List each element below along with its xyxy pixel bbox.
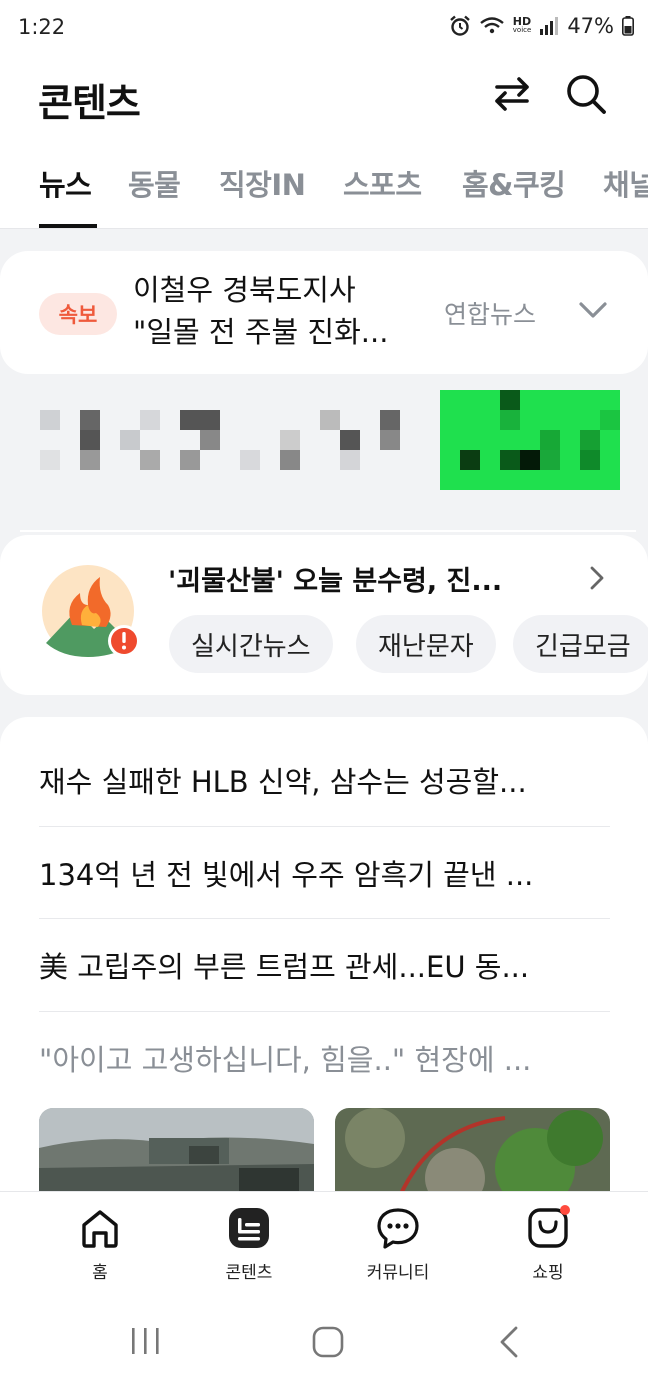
tab-animals[interactable]: 동물 <box>128 162 181 204</box>
signal-icon <box>540 17 559 35</box>
back-button[interactable] <box>494 1325 524 1363</box>
nav-community-label: 커뮤니티 <box>366 1263 430 1283</box>
wildfire-icon <box>42 565 142 665</box>
nav-shopping[interactable]: 쇼핑 <box>488 1204 608 1283</box>
breaking-badge: 속보 <box>39 293 117 335</box>
contents-icon <box>229 1208 269 1248</box>
divider <box>39 826 610 827</box>
battery-percent: 47% <box>567 14 614 38</box>
event-title: '괴물산불' 오늘 분수령, 진... <box>168 566 503 597</box>
bottom-nav: 홈 콘텐츠 커뮤니티 쇼핑 <box>0 1191 648 1294</box>
nav-home[interactable]: 홈 <box>40 1204 160 1283</box>
divider <box>39 1011 610 1012</box>
breaking-headline-line2: "일몰 전 주불 진화... <box>133 315 389 349</box>
news-item[interactable]: 美 고립주의 부른 트럼프 관세...EU 동... <box>39 944 599 986</box>
tab-workplace[interactable]: 직장IN <box>219 162 306 204</box>
news-item[interactable]: "아이고 고생하십니다, 힘을.." 현장에 ... <box>39 1037 599 1079</box>
swap-arrows-icon <box>495 77 529 111</box>
system-navigation-bar <box>0 1293 648 1390</box>
notification-dot <box>560 1205 570 1215</box>
wildfire-topic-card[interactable]: '괴물산불' 오늘 분수령, 진... 실시간뉴스 재난문자 긴급모금 <box>0 535 648 695</box>
nav-community[interactable]: 커뮤니티 <box>338 1204 458 1283</box>
recent-apps-icon <box>132 1328 159 1354</box>
news-list: 재수 실패한 HLB 신약, 삼수는 성공할... 134억 년 전 빛에서 우… <box>0 717 648 1217</box>
chip-live-news[interactable]: 실시간뉴스 <box>169 615 333 673</box>
breaking-headline: 이철우 경북도지사 "일몰 전 주불 진화... <box>133 269 433 353</box>
news-item[interactable]: 재수 실패한 HLB 신약, 삼수는 성공할... <box>39 759 599 801</box>
chip-emergency-fundraising[interactable]: 긴급모금 <box>513 615 648 673</box>
tab-channel[interactable]: 채널 <box>603 162 648 204</box>
voice-label: voice <box>512 26 532 34</box>
search-button[interactable] <box>562 70 610 118</box>
tab-home-cooking[interactable]: 홈&쿠킹 <box>462 162 566 204</box>
home-system-button[interactable] <box>310 1325 346 1363</box>
wifi-icon <box>480 17 504 34</box>
home-icon <box>82 1210 118 1248</box>
status-icons: HD voice 47% <box>449 14 634 38</box>
active-tab-indicator <box>39 224 97 228</box>
tab-news[interactable]: 뉴스 <box>39 162 92 204</box>
nav-home-label: 홈 <box>92 1263 108 1283</box>
chevron-down-icon <box>579 302 607 318</box>
swap-button[interactable] <box>488 70 536 118</box>
nav-contents[interactable]: 콘텐츠 <box>189 1204 309 1283</box>
shopping-bag-icon <box>528 1205 570 1248</box>
chevron-right-icon <box>590 566 604 590</box>
category-tabs: 뉴스 동물 직장IN 스포츠 홈&쿠킹 채널 <box>0 148 648 229</box>
status-time: 1:22 <box>18 15 66 39</box>
chat-bubble-icon <box>377 1208 419 1249</box>
home-square-icon <box>312 1326 344 1358</box>
tab-sports[interactable]: 스포츠 <box>343 162 422 204</box>
breaking-news-card[interactable]: 속보 이철우 경북도지사 "일몰 전 주불 진화... 연합뉴스 <box>0 251 648 374</box>
nav-contents-label: 콘텐츠 <box>225 1263 273 1283</box>
back-chevron-icon <box>500 1326 518 1358</box>
event-more-button[interactable] <box>582 563 612 593</box>
expand-button[interactable] <box>576 293 610 327</box>
search-icon <box>567 75 606 114</box>
news-item[interactable]: 134억 년 전 빛에서 우주 암흑기 끝낸 ... <box>39 852 599 894</box>
nav-shopping-label: 쇼핑 <box>532 1263 564 1283</box>
recent-apps-button[interactable] <box>128 1325 164 1361</box>
ad-banner[interactable] <box>20 386 636 532</box>
hd-label: HD <box>512 15 532 28</box>
chip-disaster-alert[interactable]: 재난문자 <box>356 615 496 673</box>
app-header: 콘텐츠 <box>0 56 648 148</box>
battery-icon <box>622 16 634 36</box>
breaking-headline-line1: 이철우 경북도지사 <box>133 273 356 307</box>
breaking-source: 연합뉴스 <box>444 300 537 329</box>
hd-voice-icon: HD voice <box>512 15 532 35</box>
divider <box>39 918 610 919</box>
ad-image <box>440 390 620 490</box>
status-bar: 1:22 HD voice 47% <box>0 0 648 56</box>
alarm-icon <box>449 15 470 36</box>
page-title: 콘텐츠 <box>38 81 141 125</box>
